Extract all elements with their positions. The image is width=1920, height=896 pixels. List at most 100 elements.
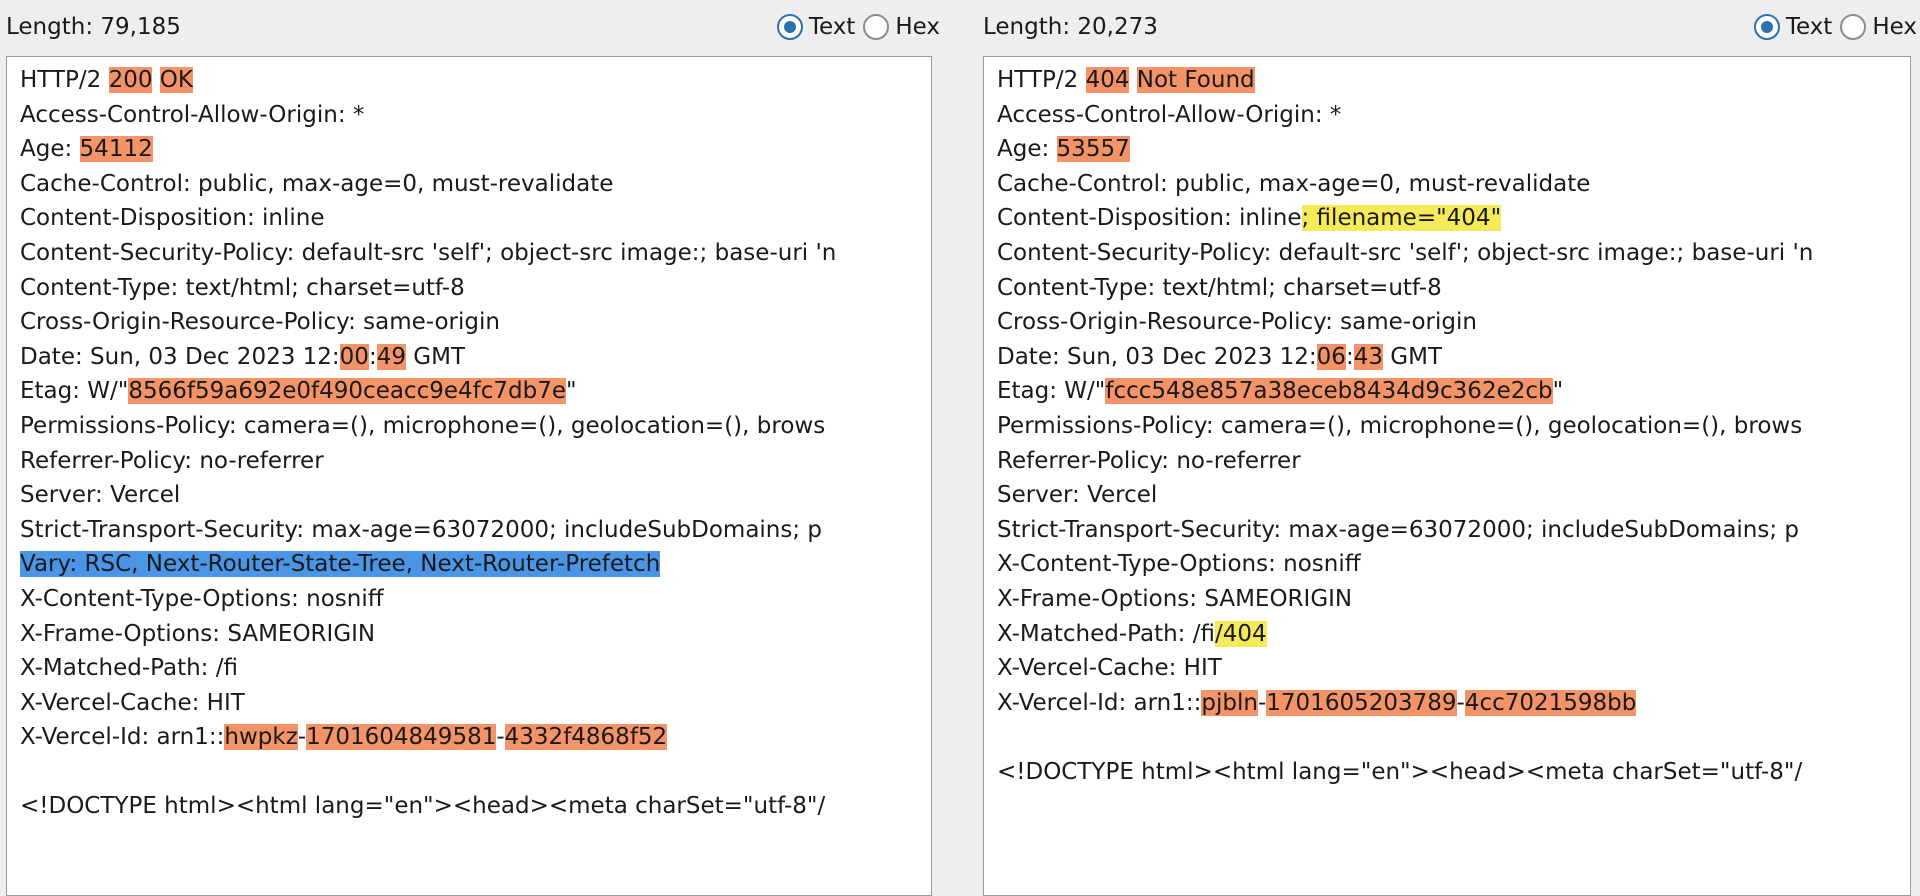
- response-line: Access-Control-Allow-Origin: *: [20, 98, 836, 133]
- line-text: Referrer-Policy: no-referrer: [20, 447, 324, 474]
- left-text-radio-label[interactable]: Text: [809, 12, 856, 42]
- line-text: -: [496, 724, 505, 751]
- left-hex-radio-label[interactable]: Hex: [895, 12, 940, 42]
- line-text: Cache-Control: public, max-age=0, must-r…: [997, 170, 1591, 197]
- response-line: Cross-Origin-Resource-Policy: same-origi…: [20, 305, 836, 340]
- response-line: X-Frame-Options: SAMEORIGIN: [20, 617, 836, 652]
- right-text-radio-icon[interactable]: [1753, 14, 1780, 40]
- right-text-radio-label[interactable]: Text: [1786, 12, 1833, 42]
- line-text: <!DOCTYPE html><html lang="en"><head><me…: [997, 758, 1803, 785]
- line-text: Referrer-Policy: no-referrer: [997, 447, 1301, 474]
- diff-modified-token: 53557: [1056, 136, 1130, 163]
- response-line: X-Vercel-Cache: HIT: [20, 686, 836, 721]
- line-text: X-Vercel-Id: arn1::: [997, 689, 1202, 716]
- left-view-mode-group: Text Hex: [769, 12, 940, 42]
- diff-modified-token: 4cc7021598bb: [1464, 689, 1637, 716]
- response-line: Cache-Control: public, max-age=0, must-r…: [997, 167, 1813, 202]
- response-line: X-Matched-Path: /fi/404: [997, 617, 1813, 652]
- diff-modified-token: 00: [339, 343, 369, 370]
- response-line: [20, 755, 836, 790]
- line-text: X-Content-Type-Options: nosniff: [20, 585, 384, 612]
- line-text: Access-Control-Allow-Origin: *: [20, 101, 365, 128]
- diff-modified-token: 404: [1085, 67, 1130, 93]
- line-text: X-Matched-Path: /fi: [997, 620, 1215, 647]
- response-line: Content-Disposition: inline: [20, 201, 836, 236]
- line-text: Content-Security-Policy: default-src 'se…: [20, 239, 837, 266]
- left-text-radio-icon[interactable]: [776, 14, 803, 40]
- right-hex-radio-label[interactable]: Hex: [1872, 12, 1917, 42]
- response-line: Referrer-Policy: no-referrer: [20, 444, 836, 479]
- response-line: Age: 54112: [20, 132, 836, 167]
- line-text: Access-Control-Allow-Origin: *: [997, 101, 1342, 128]
- line-text: GMT: [1382, 343, 1443, 370]
- response-line: Date: Sun, 03 Dec 2023 12:06:43 GMT: [997, 340, 1813, 375]
- response-line: Etag: W/"fccc548e857a38eceb8434d9c362e2c…: [997, 374, 1813, 409]
- response-line: X-Vercel-Cache: HIT: [997, 651, 1813, 686]
- response-line: Etag: W/"8566f59a692e0f490ceacc9e4fc7db7…: [20, 374, 836, 409]
- right-hex-radio-icon[interactable]: [1840, 14, 1867, 40]
- line-text: :: [368, 343, 377, 370]
- response-line: X-Content-Type-Options: nosniff: [20, 582, 836, 617]
- diff-modified-token: 1701604849581: [306, 724, 497, 751]
- response-line: Content-Security-Policy: default-src 'se…: [20, 236, 836, 271]
- response-line: Server: Vercel: [20, 478, 836, 513]
- line-text: <!DOCTYPE html><html lang="en"><head><me…: [20, 793, 826, 820]
- response-line: Vary: RSC, Next-Router-State-Tree, Next-…: [20, 547, 836, 582]
- left-hex-radio-icon[interactable]: [863, 14, 890, 40]
- diff-modified-token: Not Found: [1136, 67, 1255, 93]
- diff-added-token: /404: [1214, 620, 1267, 647]
- response-line: Content-Type: text/html; charset=utf-8: [20, 271, 836, 306]
- line-text: HTTP/2: [997, 67, 1086, 93]
- right-response-text-area[interactable]: HTTP/2 404 Not Found Access-Control-Allow…: [983, 56, 1911, 896]
- line-text: Etag: W/": [997, 378, 1106, 405]
- line-text: Permissions-Policy: camera=(), microphon…: [20, 412, 826, 439]
- line-text: Date: Sun, 03 Dec 2023 12:: [997, 343, 1317, 370]
- diff-added-token: ; filename="404": [1301, 205, 1502, 232]
- diff-modified-token: 8566f59a692e0f490ceacc9e4fc7db7e: [128, 378, 567, 405]
- line-text: Cross-Origin-Resource-Policy: same-origi…: [20, 309, 500, 336]
- right-text-radio[interactable]: Text: [1753, 12, 1833, 42]
- left-response-pane: Length: 79,185 Text Hex HTTP/2 200 OK Acc…: [0, 0, 940, 896]
- right-response-pane: Length: 20,273 Text Hex HTTP/2 404 Not F…: [977, 0, 1917, 896]
- response-line: Age: 53557: [997, 132, 1813, 167]
- line-text: Date: Sun, 03 Dec 2023 12:: [20, 343, 340, 370]
- diff-modified-token: 06: [1316, 343, 1346, 370]
- right-length-label: Length: 20,273: [983, 14, 1158, 40]
- line-text: Age:: [20, 136, 80, 163]
- line-text: Content-Disposition: inline: [20, 205, 325, 232]
- response-line: Content-Disposition: inline; filename="4…: [997, 201, 1813, 236]
- line-text: Content-Type: text/html; charset=utf-8: [997, 274, 1442, 301]
- line-text: Content-Type: text/html; charset=utf-8: [20, 274, 465, 301]
- left-pane-toolbar: Length: 79,185 Text Hex: [0, 0, 940, 54]
- line-text: Strict-Transport-Security: max-age=63072…: [20, 516, 823, 543]
- diff-modified-token: fccc548e857a38eceb8434d9c362e2cb: [1105, 378, 1553, 405]
- response-line: Permissions-Policy: camera=(), microphon…: [997, 409, 1813, 444]
- left-hex-radio[interactable]: Hex: [863, 12, 940, 42]
- line-text: X-Matched-Path: /fi: [20, 655, 238, 682]
- line-text: HTTP/2: [20, 67, 109, 93]
- line-text: Cache-Control: public, max-age=0, must-r…: [20, 170, 614, 197]
- line-text: GMT: [405, 343, 466, 370]
- left-text-radio[interactable]: Text: [776, 12, 856, 42]
- line-text: -: [297, 724, 307, 751]
- line-text: X-Content-Type-Options: nosniff: [997, 551, 1361, 578]
- right-pane-toolbar: Length: 20,273 Text Hex: [977, 0, 1917, 54]
- diff-modified-token: 4332f4868f52: [504, 724, 668, 751]
- line-text: Server: Vercel: [20, 482, 181, 509]
- left-length-label: Length: 79,185: [6, 14, 181, 40]
- response-line: [997, 720, 1813, 755]
- diff-modified-token: 200: [108, 67, 153, 93]
- diff-modified-token: hwpkz: [224, 724, 298, 751]
- response-line: Strict-Transport-Security: max-age=63072…: [997, 513, 1813, 548]
- left-response-text-area[interactable]: HTTP/2 200 OK Access-Control-Allow-Origin…: [6, 56, 932, 896]
- response-line: X-Matched-Path: /fi: [20, 651, 836, 686]
- right-hex-radio[interactable]: Hex: [1840, 12, 1917, 42]
- response-line: Permissions-Policy: camera=(), microphon…: [20, 409, 836, 444]
- diff-modified-token: 1701605203789: [1266, 689, 1457, 716]
- line-text: X-Frame-Options: SAMEORIGIN: [20, 620, 376, 647]
- response-line: Server: Vercel: [997, 478, 1813, 513]
- line-text: Content-Disposition: inline: [997, 205, 1302, 232]
- response-line: Cache-Control: public, max-age=0, must-r…: [20, 167, 836, 202]
- line-text: X-Vercel-Cache: HIT: [20, 689, 245, 716]
- line-text: X-Frame-Options: SAMEORIGIN: [997, 585, 1353, 612]
